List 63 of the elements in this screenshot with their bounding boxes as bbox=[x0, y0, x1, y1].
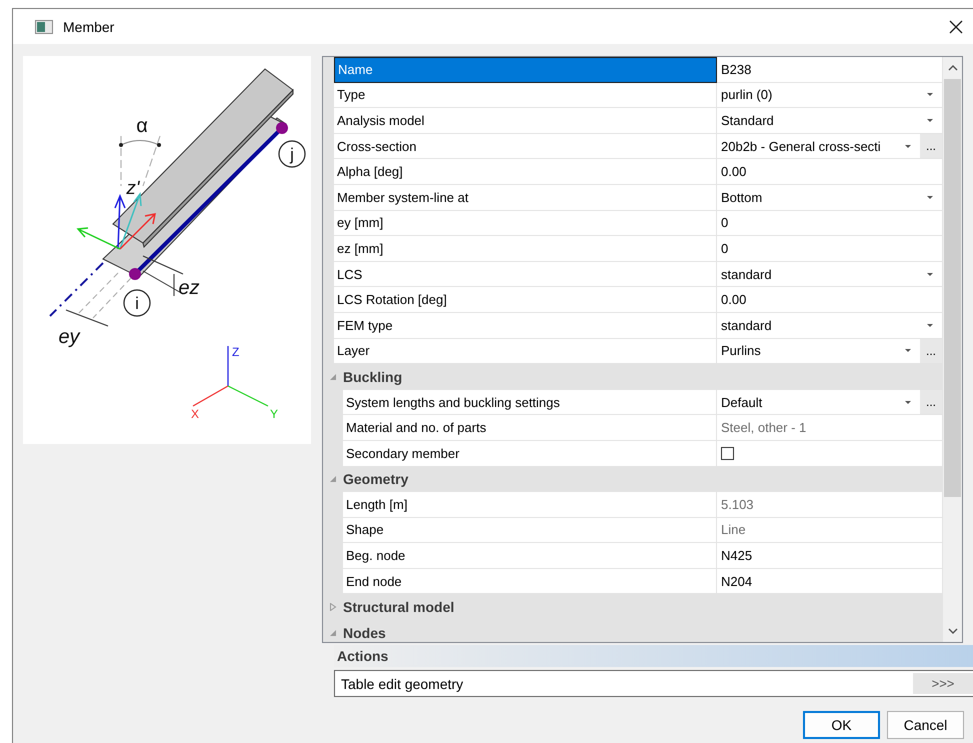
property-value[interactable]: Default bbox=[721, 394, 896, 410]
property-label[interactable]: Length [m] bbox=[343, 492, 717, 518]
property-value[interactable]: 20b2b - General cross-secti bbox=[721, 138, 896, 154]
dropdown-caret-icon[interactable] bbox=[926, 322, 934, 328]
dropdown-caret-icon[interactable] bbox=[926, 194, 934, 200]
property-label[interactable]: FEM type bbox=[334, 312, 717, 339]
property-label[interactable]: Alpha [deg] bbox=[334, 159, 717, 185]
scroll-down-icon[interactable] bbox=[948, 628, 958, 634]
axis-label: X bbox=[191, 407, 200, 421]
diagram-label: z' bbox=[126, 178, 140, 199]
property-label[interactable]: Name bbox=[334, 57, 717, 83]
browse-button[interactable]: ... bbox=[920, 134, 942, 158]
property-label[interactable]: System lengths and buckling settings bbox=[343, 390, 717, 416]
checkbox[interactable] bbox=[721, 446, 734, 460]
dropdown-caret-icon[interactable] bbox=[926, 92, 934, 98]
dropdown-caret-icon[interactable] bbox=[904, 144, 912, 149]
section-header: Actions bbox=[334, 645, 973, 667]
property-label[interactable]: Secondary member bbox=[343, 440, 717, 466]
property-label[interactable]: Member system-line at bbox=[334, 184, 717, 211]
scrollbar[interactable] bbox=[942, 57, 962, 642]
close-icon[interactable] bbox=[949, 20, 963, 34]
property-label[interactable]: LCS bbox=[334, 262, 717, 288]
property-value: 5.103 bbox=[721, 496, 755, 512]
property-label[interactable]: Beg. node bbox=[343, 543, 717, 569]
dropdown-caret-icon[interactable] bbox=[926, 118, 934, 123]
property-value: Steel, other - 1 bbox=[721, 420, 808, 436]
property-label[interactable]: Cross-section bbox=[334, 134, 717, 160]
property-label[interactable]: End node bbox=[343, 568, 717, 594]
property-label[interactable]: Shape bbox=[343, 518, 717, 544]
dropdown-caret-icon[interactable] bbox=[904, 400, 912, 405]
scroll-thumb[interactable] bbox=[944, 79, 962, 497]
action-button[interactable]: >>> bbox=[913, 673, 973, 694]
action-row[interactable]: Table edit geometry >>> bbox=[334, 670, 973, 697]
cancel-button[interactable]: Cancel bbox=[887, 711, 964, 739]
group-header[interactable]: Buckling bbox=[343, 368, 402, 385]
scroll-up-icon[interactable] bbox=[948, 65, 958, 71]
axis-label: Z bbox=[232, 345, 240, 359]
browse-button[interactable]: ... bbox=[920, 338, 942, 363]
ok-button[interactable]: OK bbox=[803, 711, 880, 739]
property-value: Line bbox=[721, 522, 747, 538]
action-label: Table edit geometry bbox=[341, 676, 464, 692]
property-label[interactable]: Type bbox=[334, 82, 717, 108]
group-header[interactable]: Structural model bbox=[343, 599, 454, 616]
property-label[interactable]: ey [mm] bbox=[334, 210, 717, 236]
diagram-label: j bbox=[290, 145, 294, 164]
group-header[interactable]: Geometry bbox=[343, 471, 408, 488]
property-label[interactable]: Material and no. of parts bbox=[343, 415, 717, 441]
dropdown-caret-icon[interactable] bbox=[904, 348, 912, 354]
property-label[interactable]: Analysis model bbox=[334, 108, 717, 134]
diagram-label: ey bbox=[58, 326, 80, 348]
window-icon bbox=[35, 20, 53, 34]
browse-button[interactable]: ... bbox=[920, 390, 942, 414]
diagram-label: α bbox=[136, 115, 148, 137]
window-title: Member bbox=[63, 18, 116, 34]
diagram-label: i bbox=[135, 294, 139, 313]
property-label[interactable]: Layer bbox=[334, 338, 717, 364]
axis-label: Y bbox=[270, 407, 278, 421]
property-value[interactable]: Purlins bbox=[721, 343, 896, 358]
group-header[interactable]: Nodes bbox=[343, 624, 386, 641]
dropdown-caret-icon[interactable] bbox=[926, 272, 934, 277]
property-label[interactable]: LCS Rotation [deg] bbox=[334, 287, 717, 313]
diagram-label: ez bbox=[178, 277, 200, 299]
property-label[interactable]: ez [mm] bbox=[334, 236, 717, 262]
